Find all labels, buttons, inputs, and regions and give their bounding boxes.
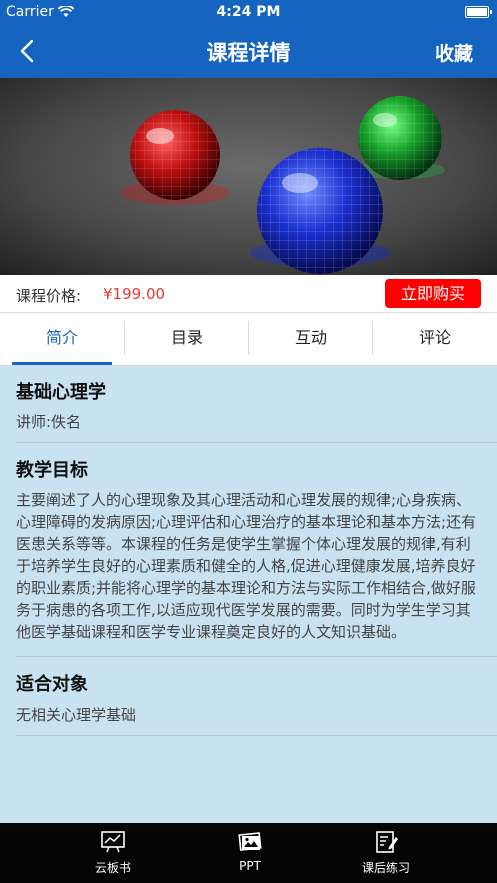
divider bbox=[16, 442, 497, 443]
whiteboard-icon bbox=[101, 831, 125, 853]
divider bbox=[16, 735, 497, 736]
status-time: 4:24 PM bbox=[216, 4, 281, 20]
tab-whiteboard[interactable]: 云板书 bbox=[43, 823, 183, 883]
teaching-goal-heading: 教学目标 bbox=[16, 460, 88, 481]
audience-text: 无相关心理学基础 bbox=[16, 706, 137, 724]
course-title: 基础心理学 bbox=[16, 382, 106, 403]
ppt-icon bbox=[238, 832, 262, 851]
price-label: 课程价格: bbox=[16, 287, 82, 305]
nav-bar: 课程详情 收藏 bbox=[0, 24, 497, 78]
status-bar: Carrier 4:24 PM bbox=[0, 0, 497, 24]
tab-catalog[interactable]: 目录 bbox=[125, 313, 249, 365]
page-title: 课程详情 bbox=[206, 41, 291, 65]
teaching-goal-text: 主要阐述了人的心理现象及其心理活动和心理发展的规律;心身疾病、心理障碍的发病原因… bbox=[16, 491, 477, 641]
detail-tabs: 简介 目录 互动 评论 bbox=[0, 313, 497, 366]
bottom-tab-bar: 云板书 PPT 课后练习 bbox=[0, 823, 497, 883]
tab-interaction[interactable]: 互动 bbox=[249, 313, 373, 365]
buy-now-button[interactable]: 立即购买 bbox=[385, 279, 481, 308]
exercise-icon bbox=[376, 831, 398, 853]
favorite-button[interactable]: 收藏 bbox=[435, 39, 473, 66]
tab-comments[interactable]: 评论 bbox=[373, 313, 497, 365]
course-teacher: 讲师:佚名 bbox=[16, 413, 82, 431]
tab-ppt-label: PPT bbox=[239, 859, 261, 873]
course-cover-image bbox=[0, 78, 497, 275]
battery-icon bbox=[465, 6, 492, 18]
active-tab-indicator bbox=[12, 362, 112, 365]
tab-intro[interactable]: 简介 bbox=[0, 313, 124, 365]
tab-exercise-label: 课后练习 bbox=[361, 861, 410, 875]
price-value: ¥199.00 bbox=[103, 285, 166, 303]
tab-ppt[interactable]: PPT bbox=[180, 823, 320, 883]
tab-exercise[interactable]: 课后练习 bbox=[316, 823, 456, 883]
price-row: 课程价格: ¥199.00 立即购买 bbox=[0, 275, 497, 313]
tab-whiteboard-label: 云板书 bbox=[94, 861, 131, 875]
audience-heading: 适合对象 bbox=[16, 674, 88, 695]
divider bbox=[16, 656, 497, 657]
